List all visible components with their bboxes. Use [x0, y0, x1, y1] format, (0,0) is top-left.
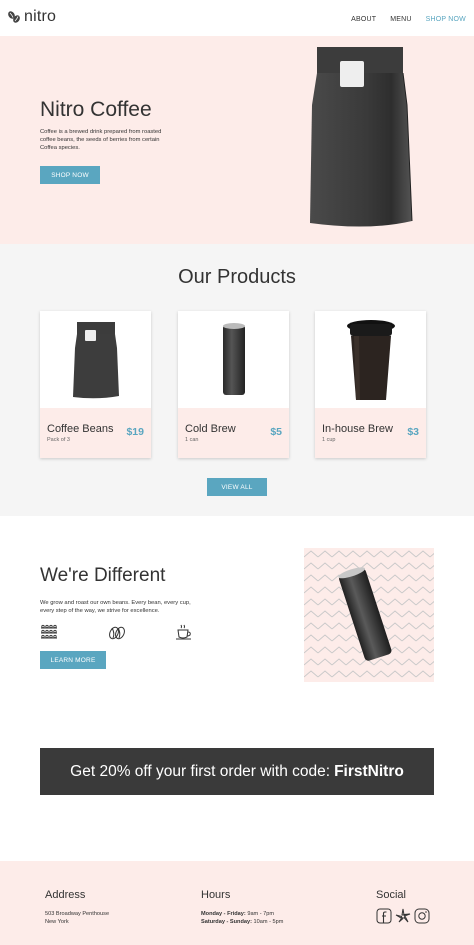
hours-title: Hours — [201, 889, 231, 901]
hero-title: Nitro Coffee — [40, 98, 152, 121]
nav-about[interactable]: ABOUT — [351, 16, 376, 23]
coffee-can-icon — [222, 322, 245, 395]
product-price: $5 — [270, 426, 282, 438]
social-title: Social — [376, 889, 406, 901]
shop-now-button[interactable]: SHOP NOW — [40, 166, 100, 184]
product-price: $19 — [126, 426, 144, 438]
coffee-plant-icon — [41, 624, 57, 639]
hours-text: Monday - Friday: 9am - 7pm Saturday - Su… — [201, 911, 284, 925]
product-name: Cold Brew — [185, 423, 236, 435]
cold-brew-can-image — [304, 548, 434, 682]
learn-more-button[interactable]: LEARN MORE — [40, 651, 106, 669]
products-title: Our Products — [178, 266, 296, 288]
product-card-cold-brew[interactable]: Cold Brew 1 can $5 — [178, 311, 289, 458]
feature-icons — [40, 624, 200, 642]
products-section: Our Products Coffee Beans Pack of 3 $19 — [0, 244, 474, 516]
promo-text: Get 20% off your first order with code: — [70, 762, 331, 780]
site-footer: Address 503 Broadway Penthouse New York … — [0, 861, 474, 945]
coffee-beans-icon — [109, 626, 125, 640]
hero-description: Coffee is a brewed drink prepared from r… — [40, 129, 162, 151]
coffee-beans-logo-icon — [8, 11, 20, 23]
product-quantity: Pack of 3 — [47, 437, 70, 443]
different-description: We grow and roast our own beans. Every b… — [40, 600, 191, 614]
hero-section: Nitro Coffee Coffee is a brewed drink pr… — [0, 36, 474, 244]
product-card-in-house-brew[interactable]: In-house Brew 1 cup $3 — [315, 311, 426, 458]
different-title: We're Different — [40, 565, 166, 586]
product-name: Coffee Beans — [47, 423, 114, 435]
brand-name: nitro — [24, 8, 57, 25]
product-quantity: 1 cup — [322, 437, 336, 443]
product-quantity: 1 can — [185, 437, 199, 443]
nav-shop-now[interactable]: SHOP NOW — [426, 16, 466, 23]
social-links — [376, 908, 430, 924]
view-all-button[interactable]: VIEW ALL — [207, 478, 267, 496]
address-text: 503 Broadway Penthouse New York — [45, 911, 110, 925]
address-title: Address — [45, 889, 86, 901]
coffee-cup-icon — [346, 319, 395, 400]
main-nav: ABOUT MENU SHOP NOW — [351, 16, 466, 23]
facebook-icon[interactable] — [376, 908, 392, 924]
site-header: nitro ABOUT MENU SHOP NOW — [0, 0, 474, 36]
product-card-coffee-beans[interactable]: Coffee Beans Pack of 3 $19 — [40, 311, 151, 458]
promo-banner: Get 20% off your first order with code: … — [40, 748, 434, 795]
coffee-bag-image — [310, 47, 413, 227]
product-name: In-house Brew — [322, 423, 393, 435]
instagram-icon[interactable] — [414, 908, 430, 924]
promo-code: FirstNitro — [334, 762, 404, 780]
nav-menu[interactable]: MENU — [390, 16, 411, 23]
product-price: $3 — [407, 426, 419, 438]
yelp-icon[interactable] — [395, 908, 411, 924]
coffee-mug-icon — [176, 624, 191, 640]
brand-logo[interactable]: nitro — [7, 8, 56, 26]
coffee-bag-icon — [72, 321, 119, 398]
